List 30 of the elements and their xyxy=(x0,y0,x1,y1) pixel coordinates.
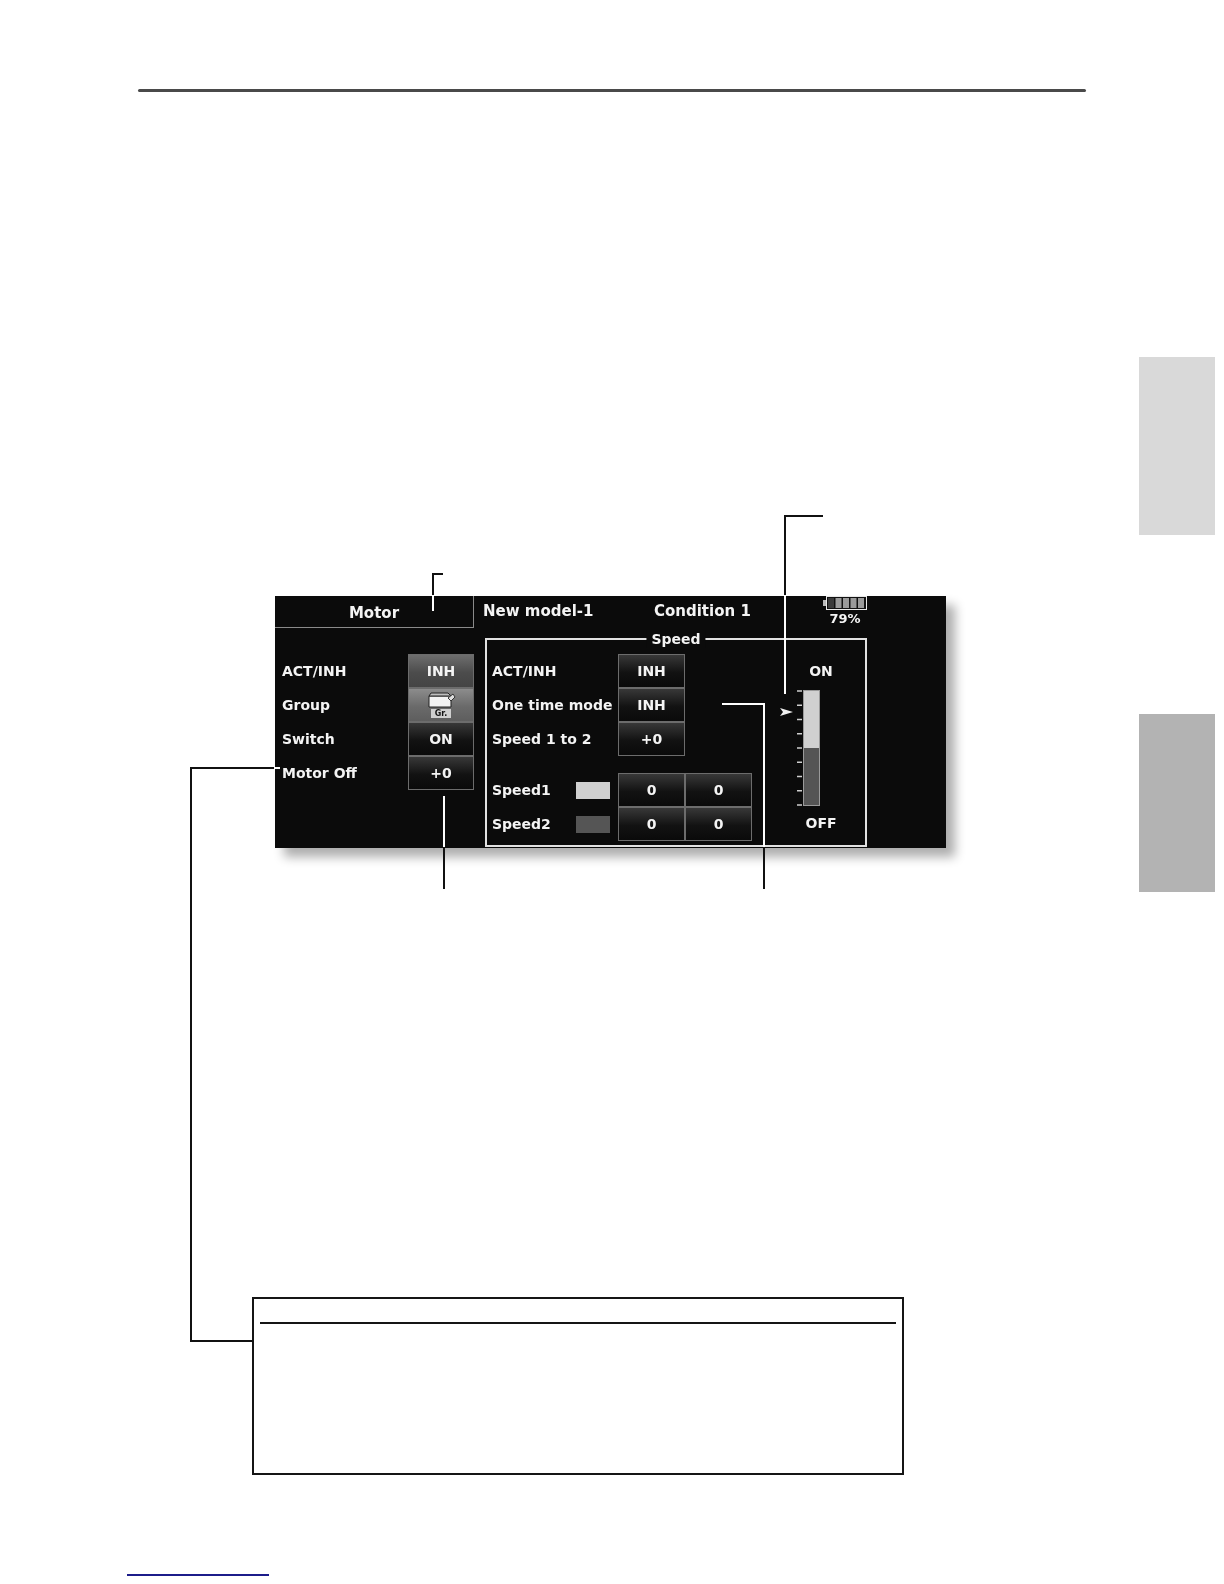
value-button[interactable]: 0 xyxy=(685,773,752,807)
value-button[interactable]: INH xyxy=(618,654,685,688)
battery-percent: 79% xyxy=(829,611,861,627)
setting-label: ACT/INH xyxy=(492,662,558,680)
meter-label: ON xyxy=(809,662,833,680)
setting-label: Switch xyxy=(281,730,336,748)
setting-label: Motor Off xyxy=(281,764,358,782)
setting-label: Speed2 xyxy=(492,815,552,833)
setting-label: Speed 1 to 2 xyxy=(492,730,593,748)
screen-title: Motor xyxy=(275,596,474,628)
value-button[interactable]: +0 xyxy=(618,722,685,756)
condition-name: Condition 1 xyxy=(654,601,752,620)
card-icon xyxy=(426,692,456,708)
value-button[interactable]: INH xyxy=(408,654,474,688)
setting-label: ACT/INH xyxy=(281,662,348,680)
value-button[interactable]: 0 xyxy=(685,807,752,841)
group-button[interactable]: Gr. xyxy=(408,688,474,722)
value-button[interactable]: ON xyxy=(408,722,474,756)
setting-label: Speed1 xyxy=(492,781,552,799)
value-button[interactable]: 0 xyxy=(618,807,685,841)
meter-segment xyxy=(804,691,819,748)
model-name: New model-1 xyxy=(483,601,595,620)
value-button[interactable]: 0 xyxy=(618,773,685,807)
value-button[interactable]: INH xyxy=(618,688,685,722)
meter-segment xyxy=(804,748,819,805)
setting-label: Group xyxy=(281,696,331,714)
setting-label: One time mode xyxy=(492,696,614,714)
frame-title: Speed xyxy=(646,630,706,648)
value-button[interactable]: +0 xyxy=(408,756,474,790)
meter-label: OFF xyxy=(805,814,837,832)
